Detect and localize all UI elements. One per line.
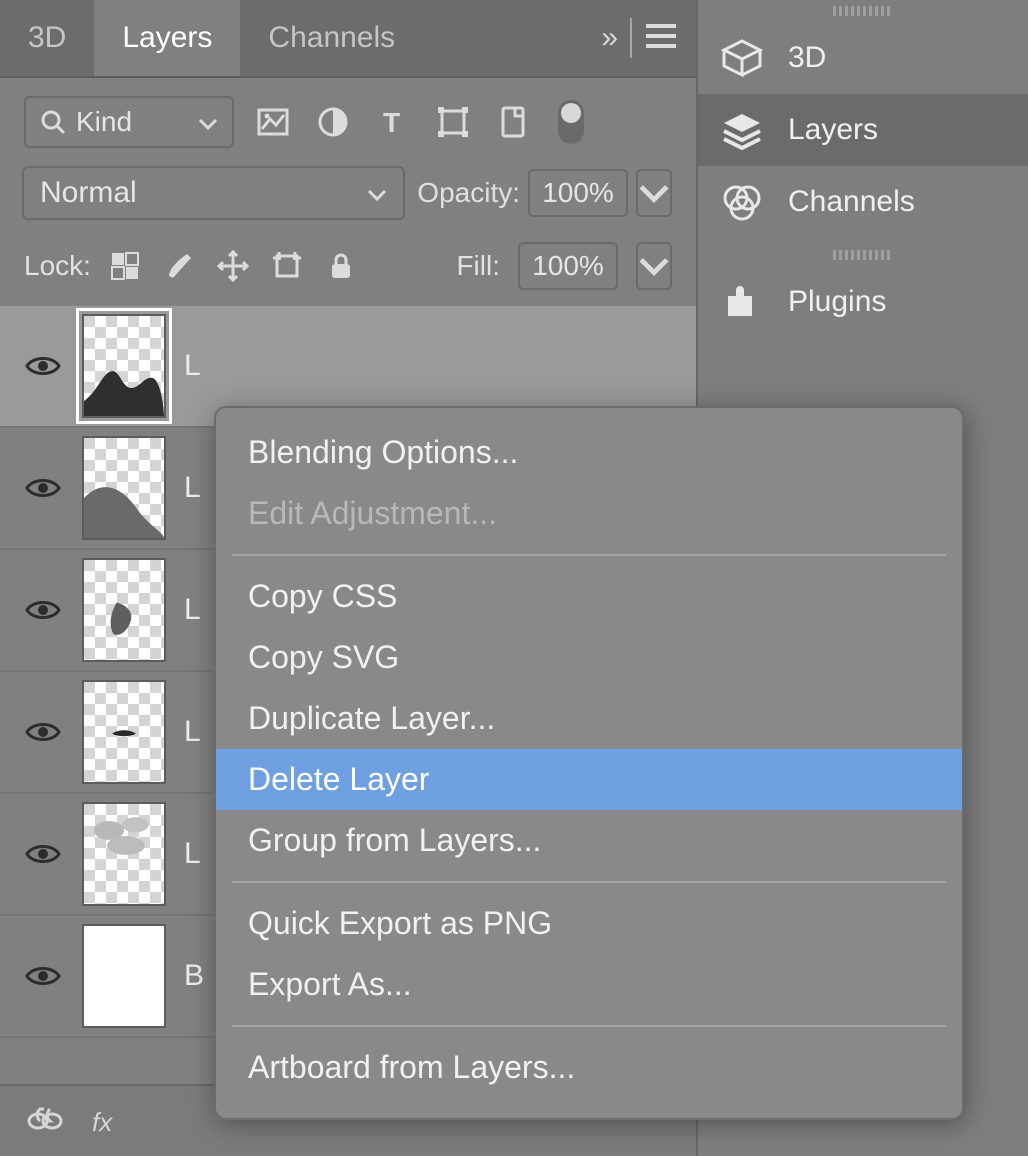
overflow-chevron-icon[interactable]: » [601,21,618,55]
filter-adjustment-icon[interactable] [316,105,350,139]
layer-name[interactable]: L [184,349,201,383]
chevron-down-icon [367,176,387,210]
blend-mode-value: Normal [40,176,137,210]
channels-icon [720,182,764,222]
panel-menu-icon[interactable] [644,22,678,55]
layer-name[interactable]: B [184,959,204,993]
visibility-toggle[interactable] [22,475,64,501]
tab-3d[interactable]: 3D [0,0,94,76]
opacity-label: Opacity: [417,177,520,209]
lock-position-icon[interactable] [217,250,249,282]
layer-context-menu: Blending Options... Edit Adjustment... C… [214,406,964,1120]
layer-filter-row: Kind T [0,78,696,156]
opacity-dropdown[interactable] [636,169,672,217]
visibility-toggle[interactable] [22,353,64,379]
search-icon [40,109,66,135]
filter-kind-select[interactable]: Kind [24,96,234,148]
filter-kind-label: Kind [76,106,132,138]
visibility-toggle[interactable] [22,841,64,867]
layer-name[interactable]: L [184,837,201,871]
tab-channels[interactable]: Channels [240,0,423,76]
fill-label: Fill: [456,250,500,282]
cm-artboard-from-layers[interactable]: Artboard from Layers... [216,1037,962,1098]
cm-duplicate-layer[interactable]: Duplicate Layer... [216,688,962,749]
side-item-plugins[interactable]: Plugins [698,266,1028,338]
cm-copy-svg[interactable]: Copy SVG [216,627,962,688]
lock-label: Lock: [24,250,91,282]
lock-paint-icon[interactable] [163,250,195,282]
cm-delete-layer[interactable]: Delete Layer [216,749,962,810]
layer-thumbnail[interactable] [82,314,166,418]
side-item-3d[interactable]: 3D [698,22,1028,94]
plugin-icon [720,282,764,322]
fill-dropdown[interactable] [636,242,672,290]
cm-export-as[interactable]: Export As... [216,954,962,1015]
fx-icon[interactable]: fx [92,1105,130,1137]
layer-name[interactable]: L [184,471,201,505]
filter-shape-icon[interactable] [436,105,470,139]
side-item-label: Layers [788,113,878,147]
menu-separator [232,1025,946,1027]
layer-thumbnail[interactable] [82,558,166,662]
filter-toggle[interactable] [558,100,584,144]
layer-thumbnail[interactable] [82,802,166,906]
cm-edit-adjustment: Edit Adjustment... [216,483,962,544]
cube-icon [720,38,764,78]
side-item-layers[interactable]: Layers [698,94,1028,166]
divider [630,18,632,58]
side-item-label: Plugins [788,285,886,319]
chevron-down-icon [198,106,218,138]
side-item-label: 3D [788,41,826,75]
lock-transparency-icon[interactable] [109,250,141,282]
layer-thumbnail[interactable] [82,680,166,784]
side-item-label: Channels [788,185,915,219]
panel-grip-icon[interactable] [833,6,893,16]
visibility-toggle[interactable] [22,719,64,745]
fill-field[interactable]: 100% [518,242,618,290]
layer-name[interactable]: L [184,715,201,749]
filter-type-icons: T [256,105,530,139]
lock-artboard-icon[interactable] [271,250,303,282]
filter-pixel-icon[interactable] [256,105,290,139]
lock-row: Lock: Fill: 100% [0,228,696,302]
lock-all-icon[interactable] [325,250,357,282]
svg-text:fx: fx [92,1107,113,1137]
side-item-channels[interactable]: Channels [698,166,1028,238]
link-icon[interactable] [26,1105,64,1137]
layer-thumbnail[interactable] [82,436,166,540]
panel-tabs: 3D Layers Channels » [0,0,696,78]
visibility-toggle[interactable] [22,963,64,989]
filter-type-text-icon[interactable]: T [376,105,410,139]
layer-name[interactable]: L [184,593,201,627]
cm-quick-export-png[interactable]: Quick Export as PNG [216,893,962,954]
opacity-field[interactable]: 100% [528,169,628,217]
layer-thumbnail[interactable] [82,924,166,1028]
visibility-toggle[interactable] [22,597,64,623]
panel-grip-icon[interactable] [833,250,893,260]
cm-group-from-layers[interactable]: Group from Layers... [216,810,962,871]
blend-row: Normal Opacity: 100% [0,156,696,228]
filter-smartobject-icon[interactable] [496,105,530,139]
menu-separator [232,881,946,883]
cm-copy-css[interactable]: Copy CSS [216,566,962,627]
cm-blending-options[interactable]: Blending Options... [216,422,962,483]
layers-icon [720,110,764,150]
svg-text:T: T [383,107,400,138]
blend-mode-select[interactable]: Normal [22,166,405,220]
menu-separator [232,554,946,556]
tab-layers[interactable]: Layers [94,0,240,76]
